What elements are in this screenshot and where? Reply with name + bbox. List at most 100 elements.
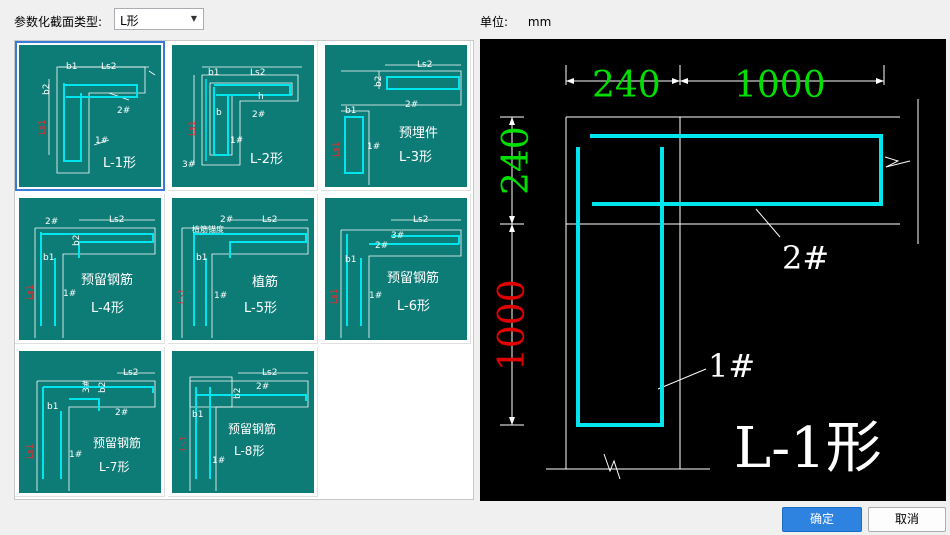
section-type-select[interactable]: L形 ▼: [114, 8, 204, 30]
thumb-label-b1: b1: [196, 253, 207, 263]
unit-label: 单位:: [480, 15, 509, 29]
l3-diagram: b1 Ls2 b2 Ls1 2# 1# 预埋件 L-3形: [332, 60, 462, 185]
shape-cell-l8[interactable]: Ls2 b2 2# b1 Ls1 1# 预留钢筋 L-8形: [168, 347, 318, 497]
l7-diagram: Ls2 3# b2 2# b1 Ls1 1# 预留钢筋 L-7形: [26, 368, 156, 491]
l2-diagram: b1 Ls2 h b Ls1 2# 1# 3# L-2形: [182, 66, 302, 170]
thumb-label-bar1: 1#: [369, 291, 382, 301]
shape-thumbnail: 植筋锚度 2# Ls2 b1 Ls1 1# 植筋 L-5形: [172, 198, 314, 340]
preview-diagram: 240 1000 240 1000 2# 1# L-1形: [492, 65, 919, 481]
thumb-label-bar2: 2#: [220, 215, 233, 225]
thumb-label-b1: b1: [192, 410, 203, 420]
cancel-button[interactable]: 取消: [868, 507, 946, 532]
thumb-label-ls2: Ls2: [109, 215, 124, 225]
shape-thumbnail: Ls2 3# 2# b1 Ls1 1# 预留钢筋 L-6形: [325, 198, 467, 340]
thumb-label-bar2: 2#: [375, 241, 388, 251]
thumb-label-b: b: [216, 108, 222, 118]
thumb-label-ls1: Ls1: [177, 289, 187, 304]
section-preview: 240 1000 240 1000 2# 1# L-1形: [480, 39, 946, 501]
thumb-label-b2: b2: [72, 235, 82, 246]
shape-thumbnail: 2# Ls2 b2 b1 Ls1 1# 预留钢筋 L-4形: [19, 198, 161, 340]
thumb-label-bar3: 3#: [82, 380, 92, 393]
thumb-label-b2: b2: [98, 382, 108, 393]
thumb-label-ls2: Ls2: [250, 68, 265, 78]
dim-ls1: 1000: [492, 279, 533, 371]
ok-button[interactable]: 确定: [782, 507, 862, 532]
unit-display: 单位: mm: [480, 13, 551, 30]
shape-cell-l6[interactable]: Ls2 3# 2# b1 Ls1 1# 预留钢筋 L-6形: [321, 194, 471, 344]
shape-note: 预留钢筋: [93, 435, 141, 450]
thumb-label-bar1: 1#: [69, 450, 82, 460]
dim-b2: 240: [496, 126, 537, 195]
thumb-label-ls2: Ls2: [413, 215, 428, 225]
shape-thumbnail: Ls2 3# b2 2# b1 Ls1 1# 预留钢筋 L-7形: [19, 351, 161, 493]
thumb-label-ls2: Ls2: [417, 60, 432, 70]
thumb-label-ls1: Ls1: [26, 444, 36, 459]
thumb-label-b1: b1: [208, 68, 219, 78]
l8-diagram: Ls2 b2 2# b1 Ls1 1# 预留钢筋 L-8形: [179, 368, 309, 491]
thumb-label-ls2: Ls2: [101, 62, 116, 72]
thumb-label-bar2: 2#: [115, 408, 128, 418]
l4-diagram: 2# Ls2 b2 b1 Ls1 1# 预留钢筋 L-4形: [26, 215, 156, 338]
shape-note: 预留钢筋: [81, 272, 133, 288]
thumb-label-bar2: 2#: [117, 106, 130, 116]
thumb-label-bar1: 1#: [212, 456, 225, 466]
shape-cell-l4[interactable]: 2# Ls2 b2 b1 Ls1 1# 预留钢筋 L-4形: [15, 194, 165, 344]
preview-title: L-1形: [734, 416, 882, 481]
dim-ls2: 1000: [734, 65, 826, 106]
thumb-label-ls2: Ls2: [262, 368, 277, 378]
thumb-label-ls1: Ls1: [188, 121, 198, 136]
thumb-label-b2: b2: [42, 84, 52, 95]
shape-name: L-6形: [397, 299, 430, 314]
thumb-label-bar2: 2#: [45, 217, 58, 227]
shape-thumbnail: b1 Ls2 b2 Ls1 2# 1# L-1形: [19, 45, 161, 187]
section-type-label: 参数化截面类型:: [14, 15, 103, 29]
thumb-label-bar2: 2#: [252, 110, 265, 120]
thumb-label-ls1: Ls1: [26, 285, 36, 300]
thumb-label-bar1: 1#: [230, 136, 243, 146]
thumb-label-bar3: 3#: [391, 231, 404, 241]
shape-name: L-4形: [91, 301, 124, 316]
shape-note: 预留钢筋: [387, 270, 439, 286]
preview-bar2: 2#: [782, 239, 829, 277]
thumb-label-bar2: 2#: [405, 100, 418, 110]
thumb-label-bar2: 2#: [256, 382, 269, 392]
thumb-label-b2: b2: [374, 76, 384, 87]
shape-name: L-3形: [399, 150, 432, 165]
thumb-label-bar3: 3#: [182, 160, 195, 170]
section-type-value: L形: [120, 14, 139, 28]
l6-diagram: Ls2 3# 2# b1 Ls1 1# 预留钢筋 L-6形: [330, 215, 462, 338]
thumb-label-bar1: 1#: [95, 136, 108, 146]
thumb-label-b1: b1: [47, 402, 58, 412]
shape-note: 预留钢筋: [228, 421, 276, 436]
chevron-down-icon: ▼: [190, 14, 197, 23]
thumb-label-b1: b1: [43, 253, 54, 263]
shape-note: 植筋: [252, 274, 278, 290]
shape-cell-l2[interactable]: b1 Ls2 h b Ls1 2# 1# 3# L-2形: [168, 41, 318, 191]
thumb-label-ls1: Ls1: [38, 120, 48, 135]
shape-name: L-1形: [103, 156, 136, 171]
thumb-label-h: h: [258, 92, 264, 102]
thumb-label-b1: b1: [345, 255, 356, 265]
thumb-label-anchor: 植筋锚度: [192, 224, 224, 234]
shape-cell-l5[interactable]: 植筋锚度 2# Ls2 b1 Ls1 1# 植筋 L-5形: [168, 194, 318, 344]
thumb-label-bar1: 1#: [367, 142, 380, 152]
thumb-label-ls2: Ls2: [123, 368, 138, 378]
shape-cell-l1[interactable]: b1 Ls2 b2 Ls1 2# 1# L-1形: [15, 41, 165, 191]
thumb-label-ls2: Ls2: [262, 215, 277, 225]
thumb-label-b1: b1: [66, 62, 77, 72]
section-shape-grid: b1 Ls2 b2 Ls1 2# 1# L-1形 b1 Ls2 h b Ls1 …: [14, 40, 474, 500]
l1-diagram: b1 Ls2 b2 Ls1 2# 1# L-1形: [38, 62, 156, 174]
thumb-label-b2: b2: [233, 388, 243, 399]
shape-thumbnail: b1 Ls2 h b Ls1 2# 1# 3# L-2形: [172, 45, 314, 187]
preview-bar1: 1#: [708, 347, 755, 385]
thumb-label-bar1: 1#: [63, 289, 76, 299]
shape-cell-l7[interactable]: Ls2 3# b2 2# b1 Ls1 1# 预留钢筋 L-7形: [15, 347, 165, 497]
shape-cell-l3[interactable]: b1 Ls2 b2 Ls1 2# 1# 预埋件 L-3形: [321, 41, 471, 191]
thumb-label-ls1: Ls1: [179, 436, 189, 451]
unit-value: mm: [527, 15, 552, 29]
shape-note: 预埋件: [399, 126, 438, 141]
shape-name: L-8形: [234, 444, 264, 458]
shape-name: L-2形: [250, 152, 283, 167]
thumb-label-b1: b1: [345, 106, 356, 116]
l5-diagram: 植筋锚度 2# Ls2 b1 Ls1 1# 植筋 L-5形: [177, 215, 309, 338]
